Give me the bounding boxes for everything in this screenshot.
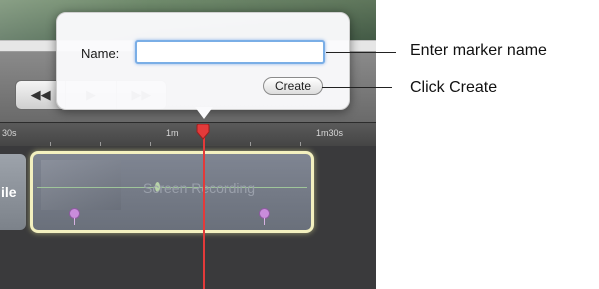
marker-name-input[interactable]: [135, 40, 325, 64]
time-ruler[interactable]: 30s 1m 1m30s: [0, 122, 376, 148]
track-header[interactable]: ile: [0, 154, 26, 230]
rewind-icon: ◀◀: [30, 87, 51, 102]
clip-thumbnail: [41, 160, 121, 210]
playhead-line: [203, 132, 205, 289]
ruler-tick-label: 30s: [2, 128, 17, 138]
clip-label: Screen Recording: [143, 180, 256, 196]
playhead-marker-icon[interactable]: [196, 124, 210, 140]
callout-click-create: Click Create: [410, 79, 498, 96]
marker-pin-icon[interactable]: [259, 208, 270, 226]
popover-arrow: [195, 107, 213, 119]
marker-popover: Name: Create: [56, 12, 350, 110]
ruler-tick-label: 1m30s: [316, 128, 344, 138]
media-clip[interactable]: Screen Recording: [30, 151, 314, 233]
callout-line-create: [322, 87, 392, 88]
create-button[interactable]: Create: [263, 77, 323, 95]
callout-enter-marker-name: Enter marker name: [410, 42, 547, 59]
marker-pin-stem: [74, 218, 75, 225]
marker-pin-icon[interactable]: [69, 208, 80, 226]
callout-line-name: [326, 52, 396, 53]
marker-pin-stem: [264, 218, 265, 225]
ruler-tick-label: 1m: [166, 128, 179, 138]
name-label: Name:: [81, 46, 120, 61]
